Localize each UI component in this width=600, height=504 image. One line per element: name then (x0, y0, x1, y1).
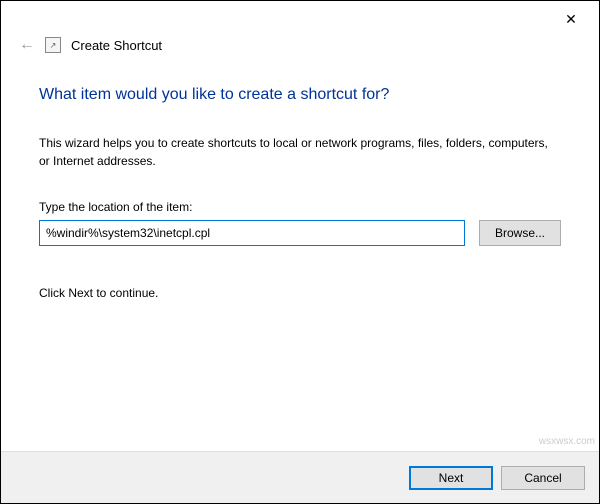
wizard-description: This wizard helps you to create shortcut… (39, 134, 561, 170)
close-button[interactable]: ✕ (551, 5, 591, 33)
cancel-button[interactable]: Cancel (501, 466, 585, 490)
wizard-footer: Next Cancel (1, 451, 599, 503)
location-label: Type the location of the item: (39, 200, 561, 214)
next-button[interactable]: Next (409, 466, 493, 490)
back-arrow-icon[interactable]: ← (19, 37, 35, 53)
location-input[interactable] (39, 220, 465, 246)
titlebar: ✕ (551, 1, 599, 31)
watermark: wsxwsx.com (539, 436, 595, 447)
content-area: What item would you like to create a sho… (39, 86, 561, 300)
continue-hint: Click Next to continue. (39, 286, 561, 300)
location-row: Browse... (39, 220, 561, 246)
wizard-header: ← ↗ Create Shortcut (19, 37, 162, 53)
browse-button[interactable]: Browse... (479, 220, 561, 246)
shortcut-icon: ↗ (45, 37, 61, 53)
close-icon: ✕ (565, 11, 577, 28)
page-heading: What item would you like to create a sho… (39, 86, 561, 104)
wizard-title: Create Shortcut (71, 38, 162, 53)
